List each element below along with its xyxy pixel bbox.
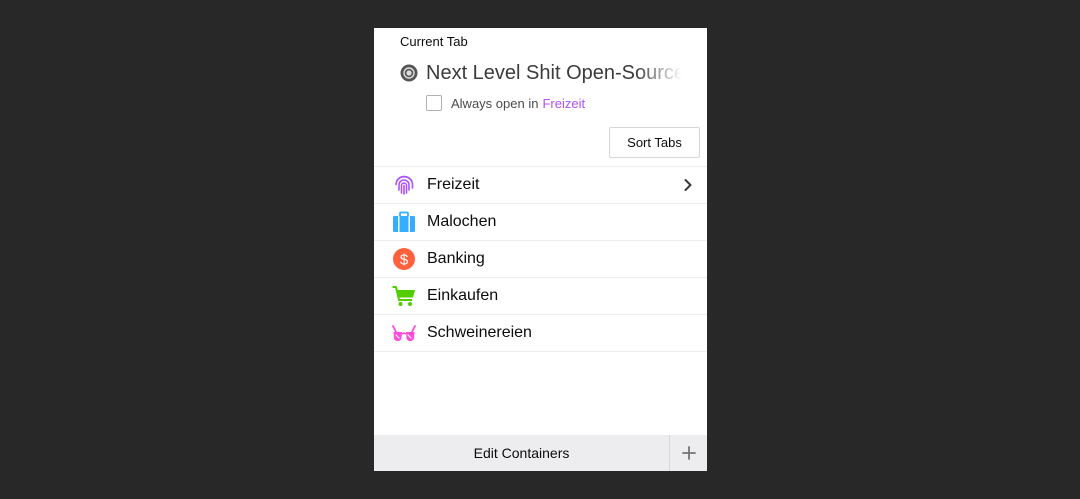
container-label: Banking: [427, 250, 485, 267]
container-label: Einkaufen: [427, 287, 499, 304]
container-item-banking[interactable]: $ Banking: [374, 241, 707, 278]
current-tab-heading: Current Tab: [400, 34, 468, 49]
fingerprint-icon: [392, 173, 416, 197]
glasses-icon: [392, 321, 416, 345]
record-icon: [400, 64, 418, 82]
edit-containers-button[interactable]: Edit Containers: [374, 435, 670, 471]
container-item-einkaufen[interactable]: Einkaufen: [374, 278, 707, 315]
add-container-button[interactable]: [670, 435, 707, 471]
container-item-malochen[interactable]: Malochen: [374, 204, 707, 241]
chevron-right-icon: [684, 179, 692, 191]
always-open-label: Always open in: [451, 95, 539, 111]
container-label: Malochen: [427, 213, 497, 230]
svg-text:$: $: [400, 252, 409, 269]
briefcase-icon: [392, 210, 416, 234]
cart-icon: [392, 284, 416, 308]
always-open-checkbox[interactable]: [426, 95, 442, 111]
sort-tabs-button[interactable]: Sort Tabs: [609, 127, 700, 158]
always-open-row[interactable]: Always open in Freizeit: [426, 94, 585, 112]
panel-footer: Edit Containers: [374, 435, 707, 471]
plus-icon: [681, 446, 696, 460]
container-list: Freizeit Malochen $ Banking Einkaufen Sc…: [374, 167, 707, 352]
always-open-container-name: Freizeit: [542, 95, 586, 111]
current-tab-title: Next Level Shit Open-Source: [426, 61, 682, 84]
container-panel: Current Tab Next Level Shit Open-Source …: [374, 28, 707, 471]
container-item-schweinereien[interactable]: Schweinereien: [374, 315, 707, 352]
dollar-icon: $: [392, 247, 416, 271]
container-label: Schweinereien: [427, 324, 532, 341]
container-label: Freizeit: [427, 176, 480, 193]
current-tab-row: Next Level Shit Open-Source: [400, 60, 682, 86]
container-item-freizeit[interactable]: Freizeit: [374, 167, 707, 204]
